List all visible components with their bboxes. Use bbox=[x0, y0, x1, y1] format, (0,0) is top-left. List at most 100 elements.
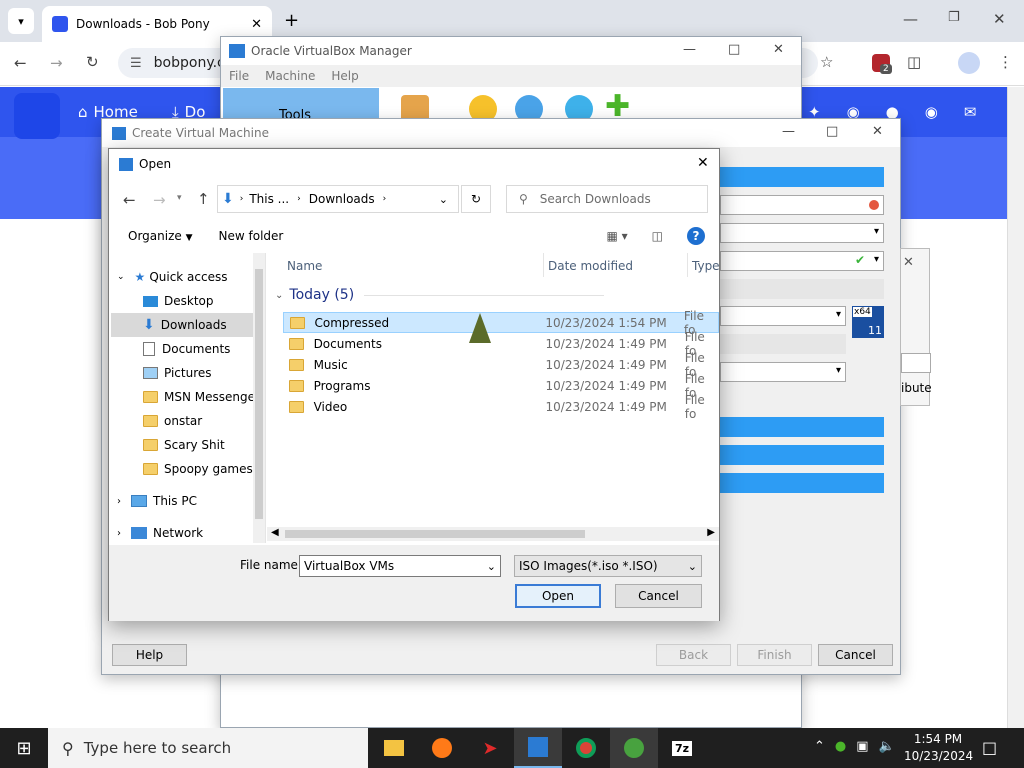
close-button[interactable]: ✕ bbox=[872, 124, 883, 139]
menu-file[interactable]: File bbox=[229, 69, 249, 83]
back-icon[interactable]: ← bbox=[123, 191, 136, 209]
back-icon[interactable]: ← bbox=[14, 54, 27, 72]
nav-item-scary[interactable]: Scary Shit bbox=[111, 433, 265, 457]
forward-icon[interactable]: → bbox=[50, 54, 63, 72]
new-tab-button[interactable]: + bbox=[284, 10, 299, 31]
view-options-icon[interactable]: ▦ ▾ bbox=[606, 229, 627, 243]
nav-item-spoopy[interactable]: Spoopy games bbox=[111, 457, 265, 481]
cancel-button[interactable]: Cancel bbox=[615, 584, 702, 608]
minimize-button[interactable]: — bbox=[782, 124, 795, 139]
maximize-button[interactable]: □ bbox=[826, 124, 838, 139]
open-button[interactable]: Open bbox=[515, 584, 601, 608]
chevron-up-icon[interactable]: ⌃ bbox=[814, 739, 825, 754]
close-button[interactable]: ✕ bbox=[697, 155, 709, 171]
file-name-input[interactable]: VirtualBox VMs ⌄ bbox=[299, 555, 501, 577]
app-red-arrow-icon[interactable]: ➤ bbox=[466, 728, 514, 768]
menu-machine[interactable]: Machine bbox=[265, 69, 315, 83]
breadcrumb-this-pc[interactable]: This ... bbox=[249, 192, 289, 206]
clock[interactable]: 1:54 PM 10/23/2024 bbox=[904, 731, 973, 765]
nav-quick-access[interactable]: ⌄ ★ Quick access bbox=[111, 265, 265, 289]
nav-item-downloads[interactable]: ⬇ Downloads ⚲ bbox=[111, 313, 265, 337]
tab-search-button[interactable]: ▾ bbox=[8, 8, 34, 34]
chrome-icon[interactable] bbox=[562, 728, 610, 768]
site-logo[interactable] bbox=[14, 93, 60, 139]
help-icon[interactable]: ? bbox=[687, 227, 705, 245]
minimize-button[interactable]: — bbox=[903, 10, 918, 28]
recent-locations-icon[interactable]: ▾ bbox=[177, 193, 182, 203]
file-row-video[interactable]: Video 10/23/2024 1:49 PM File fo bbox=[283, 393, 719, 421]
iso-select[interactable]: ✔ ▾ bbox=[720, 251, 884, 271]
organize-menu[interactable]: Organize ▼ bbox=[128, 229, 193, 243]
up-icon[interactable]: ↑ bbox=[197, 190, 210, 208]
extensions-puzzle-icon[interactable]: ◫ bbox=[907, 53, 921, 71]
file-row-programs[interactable]: Programs 10/23/2024 1:49 PM File fo bbox=[283, 372, 719, 400]
nav-network[interactable]: › Network bbox=[111, 521, 265, 545]
scroll-thumb[interactable] bbox=[255, 269, 263, 519]
nav-item-msn[interactable]: MSN Messenger bbox=[111, 385, 265, 409]
breadcrumb-downloads[interactable]: Downloads bbox=[309, 192, 375, 206]
nav-pane-scrollbar[interactable] bbox=[253, 253, 265, 543]
reload-icon[interactable]: ↻ bbox=[86, 53, 99, 71]
messenger-icon[interactable] bbox=[610, 728, 658, 768]
column-name[interactable]: Name bbox=[287, 259, 322, 273]
preview-pane-icon[interactable]: ◫ bbox=[652, 229, 663, 243]
file-row-music[interactable]: Music 10/23/2024 1:49 PM File fo bbox=[283, 351, 719, 379]
messenger-tray-icon[interactable]: ● bbox=[835, 739, 846, 754]
file-row-compressed[interactable]: Compressed 10/23/2024 1:54 PM File fo bbox=[283, 309, 719, 337]
taskbar-search[interactable]: ⚲ Type here to search bbox=[48, 728, 368, 768]
bookmark-star-icon[interactable]: ☆ bbox=[820, 53, 833, 71]
column-date[interactable]: Date modified bbox=[548, 259, 633, 273]
network-tray-icon[interactable]: ▣ bbox=[856, 739, 868, 754]
nav-item-pictures[interactable]: Pictures ⚲ bbox=[111, 361, 265, 385]
scroll-right-icon[interactable]: ▶ bbox=[707, 527, 715, 538]
start-button[interactable]: ⊞ bbox=[0, 728, 48, 768]
email-icon[interactable]: ✉ bbox=[964, 103, 977, 121]
nav-item-onstar[interactable]: onstar bbox=[111, 409, 265, 433]
column-type[interactable]: Type bbox=[692, 259, 720, 273]
restore-button[interactable]: ❐ bbox=[948, 10, 960, 25]
virtualbox-taskbar-icon[interactable] bbox=[514, 728, 562, 768]
volume-icon[interactable]: 🔈 bbox=[879, 739, 895, 754]
site-info-icon[interactable]: ☰ bbox=[130, 56, 142, 71]
nav-this-pc[interactable]: › This PC bbox=[111, 489, 265, 513]
file-row-documents[interactable]: Documents 10/23/2024 1:49 PM File fo bbox=[283, 330, 719, 358]
close-icon[interactable]: ✕ bbox=[251, 17, 262, 32]
7zip-icon[interactable]: 7z bbox=[658, 728, 706, 768]
file-type-filter[interactable]: ISO Images(*.iso *.ISO) ⌄ bbox=[514, 555, 702, 577]
scroll-thumb[interactable] bbox=[285, 530, 585, 538]
close-icon[interactable]: ✕ bbox=[903, 255, 914, 270]
tools-panel-item[interactable]: Tools bbox=[223, 88, 379, 123]
page-scrollbar[interactable] bbox=[1007, 87, 1024, 728]
nav-item-desktop[interactable]: Desktop ⚲ bbox=[111, 289, 265, 313]
folder-select[interactable]: ▾ bbox=[720, 223, 884, 243]
search-downloads-field[interactable]: ⚲ Search Downloads bbox=[506, 185, 708, 213]
chevron-down-icon[interactable]: ⌄ bbox=[487, 560, 496, 573]
refresh-button[interactable]: ↻ bbox=[461, 185, 491, 213]
nav-item-documents[interactable]: Documents ⚲ bbox=[111, 337, 265, 361]
forward-icon[interactable]: → bbox=[153, 191, 166, 209]
back-button[interactable]: Back bbox=[656, 644, 731, 666]
vm-name-field[interactable] bbox=[720, 195, 884, 215]
close-button[interactable]: ✕ bbox=[993, 10, 1006, 28]
cancel-button[interactable]: Cancel bbox=[818, 644, 893, 666]
maximize-button[interactable]: □ bbox=[728, 42, 740, 57]
version-select[interactable]: ▾ bbox=[720, 362, 846, 382]
sub-dialog-select[interactable] bbox=[901, 353, 931, 373]
type-select[interactable]: ▾ bbox=[720, 306, 846, 326]
notifications-icon[interactable]: □ bbox=[982, 738, 997, 757]
new-folder-button[interactable]: New folder bbox=[219, 229, 284, 243]
horizontal-scrollbar[interactable]: ◀ ▶ bbox=[267, 527, 719, 541]
help-button[interactable]: Help bbox=[112, 644, 187, 666]
close-button[interactable]: ✕ bbox=[773, 42, 784, 57]
github-icon[interactable]: ◉ bbox=[925, 103, 938, 121]
profile-avatar[interactable] bbox=[958, 52, 980, 74]
finish-button[interactable]: Finish bbox=[737, 644, 812, 666]
file-explorer-icon[interactable] bbox=[370, 728, 418, 768]
scroll-left-icon[interactable]: ◀ bbox=[271, 527, 279, 538]
chevron-down-icon[interactable]: ⌄ bbox=[439, 193, 448, 206]
firefox-icon[interactable] bbox=[418, 728, 466, 768]
address-breadcrumb[interactable]: ⬇ › This ... › Downloads › ⌄ bbox=[217, 185, 459, 213]
group-today[interactable]: ⌄ Today (5) bbox=[275, 287, 605, 303]
minimize-button[interactable]: — bbox=[683, 42, 696, 57]
menu-dots-icon[interactable]: ⋮ bbox=[998, 53, 1013, 71]
